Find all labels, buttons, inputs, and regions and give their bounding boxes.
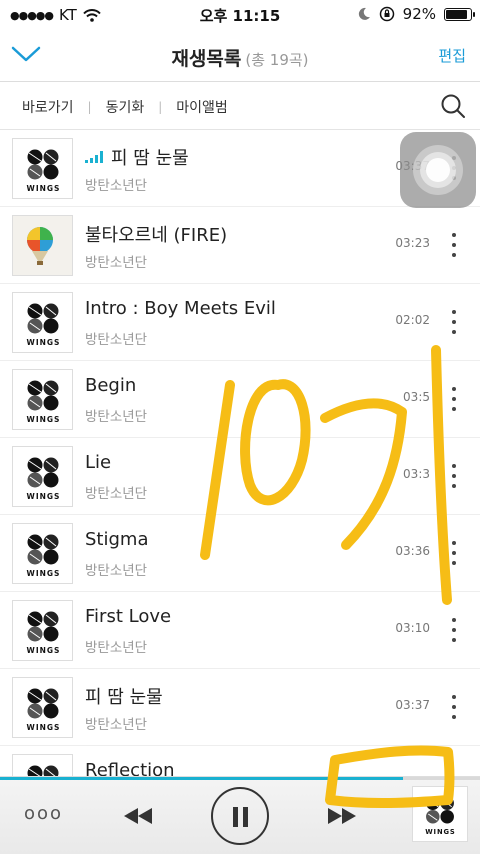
wings-album-art-icon: WINGS bbox=[27, 380, 61, 424]
now-playing-indicator-icon bbox=[85, 151, 103, 163]
song-title: Stigma bbox=[85, 529, 149, 550]
song-title-wrap: 불타오르네 (FIRE) bbox=[85, 221, 227, 247]
more-menu-icon[interactable] bbox=[444, 614, 464, 646]
search-icon[interactable] bbox=[440, 93, 466, 119]
album-thumbnail: WINGS bbox=[12, 138, 73, 199]
song-title: 피 땀 눈물 bbox=[111, 148, 189, 169]
song-title-wrap: Begin bbox=[85, 375, 136, 396]
album-thumbnail: WINGS bbox=[12, 600, 73, 661]
moon-icon bbox=[358, 7, 370, 20]
sync-link[interactable]: 동기화 bbox=[106, 97, 145, 117]
album-thumbnail: WINGS bbox=[12, 446, 73, 507]
album-label: WINGS bbox=[27, 415, 61, 424]
battery-percent: 92% bbox=[402, 5, 436, 23]
divider: | bbox=[158, 100, 163, 114]
song-row[interactable]: WINGS Stigma 방탄소년단 03:36 bbox=[0, 515, 480, 592]
song-title: First Love bbox=[85, 606, 172, 627]
song-title: Intro : Boy Meets Evil bbox=[85, 298, 276, 319]
wings-album-art-icon: WINGS bbox=[27, 534, 61, 578]
album-label: WINGS bbox=[27, 184, 61, 193]
song-title-wrap: First Love bbox=[85, 606, 171, 627]
shortcut-link[interactable]: 바로가기 bbox=[22, 97, 74, 117]
song-duration: 03:10 bbox=[395, 621, 430, 635]
song-count: (총 19곡) bbox=[245, 51, 309, 69]
song-row[interactable]: WINGS Lie 방탄소년단 03:3 bbox=[0, 438, 480, 515]
song-row[interactable]: WINGS Intro : Boy Meets Evil 방탄소년단 02:02 bbox=[0, 284, 480, 361]
song-artist: 방탄소년단 bbox=[85, 255, 148, 271]
wings-album-art-icon: WINGS bbox=[27, 457, 61, 501]
song-title-wrap: Stigma bbox=[85, 529, 148, 550]
song-title-wrap: Intro : Boy Meets Evil bbox=[85, 298, 276, 319]
album-thumbnail bbox=[12, 215, 73, 276]
edit-button[interactable]: 편집 bbox=[438, 45, 466, 66]
album-thumbnail: WINGS bbox=[12, 292, 73, 353]
progress-bar[interactable] bbox=[0, 777, 480, 780]
album-thumbnail: WINGS bbox=[12, 369, 73, 430]
next-icon[interactable] bbox=[326, 807, 358, 825]
album-label: WINGS bbox=[425, 828, 455, 836]
more-menu-icon[interactable] bbox=[444, 537, 464, 569]
song-row[interactable]: WINGS Begin 방탄소년단 03:5 bbox=[0, 361, 480, 438]
rotation-lock-icon bbox=[379, 6, 394, 22]
wings-album-art-icon: WINGS bbox=[27, 303, 61, 347]
song-artist: 방탄소년단 bbox=[85, 178, 148, 194]
song-row[interactable]: WINGS First Love 방탄소년단 03:10 bbox=[0, 592, 480, 669]
album-label: WINGS bbox=[27, 338, 61, 347]
song-title-wrap: 피 땀 눈물 bbox=[85, 144, 189, 170]
song-duration: 03:23 bbox=[395, 236, 430, 250]
my-album-link[interactable]: 마이앨범 bbox=[176, 97, 228, 117]
status-bar: ●●●●● KT 오후 11:15 92% bbox=[0, 0, 480, 30]
song-duration: 03:37 bbox=[395, 698, 430, 712]
assistive-touch-button[interactable] bbox=[400, 132, 476, 208]
divider: | bbox=[87, 100, 92, 114]
song-duration: 02:02 bbox=[395, 313, 430, 327]
more-menu-icon[interactable] bbox=[444, 229, 464, 261]
header: 재생목록 (총 19곡) 편집 bbox=[0, 30, 480, 82]
album-label: WINGS bbox=[27, 723, 61, 732]
now-playing-album-art[interactable]: WINGS bbox=[412, 786, 468, 842]
playlist: WINGS 피 땀 눈물 방탄소년단 03:37 불타오르네 (FIRE) 방탄… bbox=[0, 130, 480, 823]
page-title: 재생목록 (총 19곡) bbox=[0, 44, 480, 71]
song-artist: 방탄소년단 bbox=[85, 486, 148, 502]
song-title-wrap: Lie bbox=[85, 452, 111, 473]
album-label: WINGS bbox=[27, 569, 61, 578]
album-thumbnail: WINGS bbox=[12, 523, 73, 584]
battery-icon bbox=[444, 7, 475, 21]
balloon-album-art-icon bbox=[27, 227, 53, 265]
page-title-text: 재생목록 bbox=[171, 48, 242, 70]
wings-album-art-icon: WINGS bbox=[27, 149, 61, 193]
pause-button[interactable] bbox=[211, 787, 269, 845]
song-artist: 방탄소년단 bbox=[85, 332, 148, 348]
song-duration: 03:36 bbox=[395, 544, 430, 558]
more-menu-icon[interactable] bbox=[444, 306, 464, 338]
more-options-icon[interactable]: ooo bbox=[24, 803, 63, 824]
album-label: WINGS bbox=[27, 492, 61, 501]
more-menu-icon[interactable] bbox=[444, 460, 464, 492]
song-artist: 방탄소년단 bbox=[85, 563, 148, 579]
song-title: 피 땀 눈물 bbox=[85, 687, 163, 708]
song-title-wrap: 피 땀 눈물 bbox=[85, 683, 163, 709]
album-thumbnail: WINGS bbox=[12, 677, 73, 738]
more-menu-icon[interactable] bbox=[444, 691, 464, 723]
song-row[interactable]: WINGS 피 땀 눈물 방탄소년단 03:37 bbox=[0, 669, 480, 746]
song-title: Lie bbox=[85, 452, 112, 473]
song-artist: 방탄소년단 bbox=[85, 717, 148, 733]
sub-nav: 바로가기 | 동기화 | 마이앨범 bbox=[0, 82, 480, 130]
song-row[interactable]: 불타오르네 (FIRE) 방탄소년단 03:23 bbox=[0, 207, 480, 284]
more-menu-icon[interactable] bbox=[444, 383, 464, 415]
wings-album-art-icon: WINGS bbox=[27, 611, 61, 655]
song-artist: 방탄소년단 bbox=[85, 409, 148, 425]
wings-album-art-icon: WINGS bbox=[27, 688, 61, 732]
song-duration: 03:5 bbox=[403, 390, 430, 404]
album-label: WINGS bbox=[27, 646, 61, 655]
song-title: Begin bbox=[85, 375, 137, 396]
song-artist: 방탄소년단 bbox=[85, 640, 148, 656]
wings-album-art-icon: WINGS bbox=[425, 796, 455, 836]
song-duration: 03:3 bbox=[403, 467, 430, 481]
previous-icon[interactable] bbox=[122, 807, 154, 825]
mini-player: ooo WINGS bbox=[0, 776, 480, 854]
song-title: 불타오르네 (FIRE) bbox=[85, 225, 228, 246]
